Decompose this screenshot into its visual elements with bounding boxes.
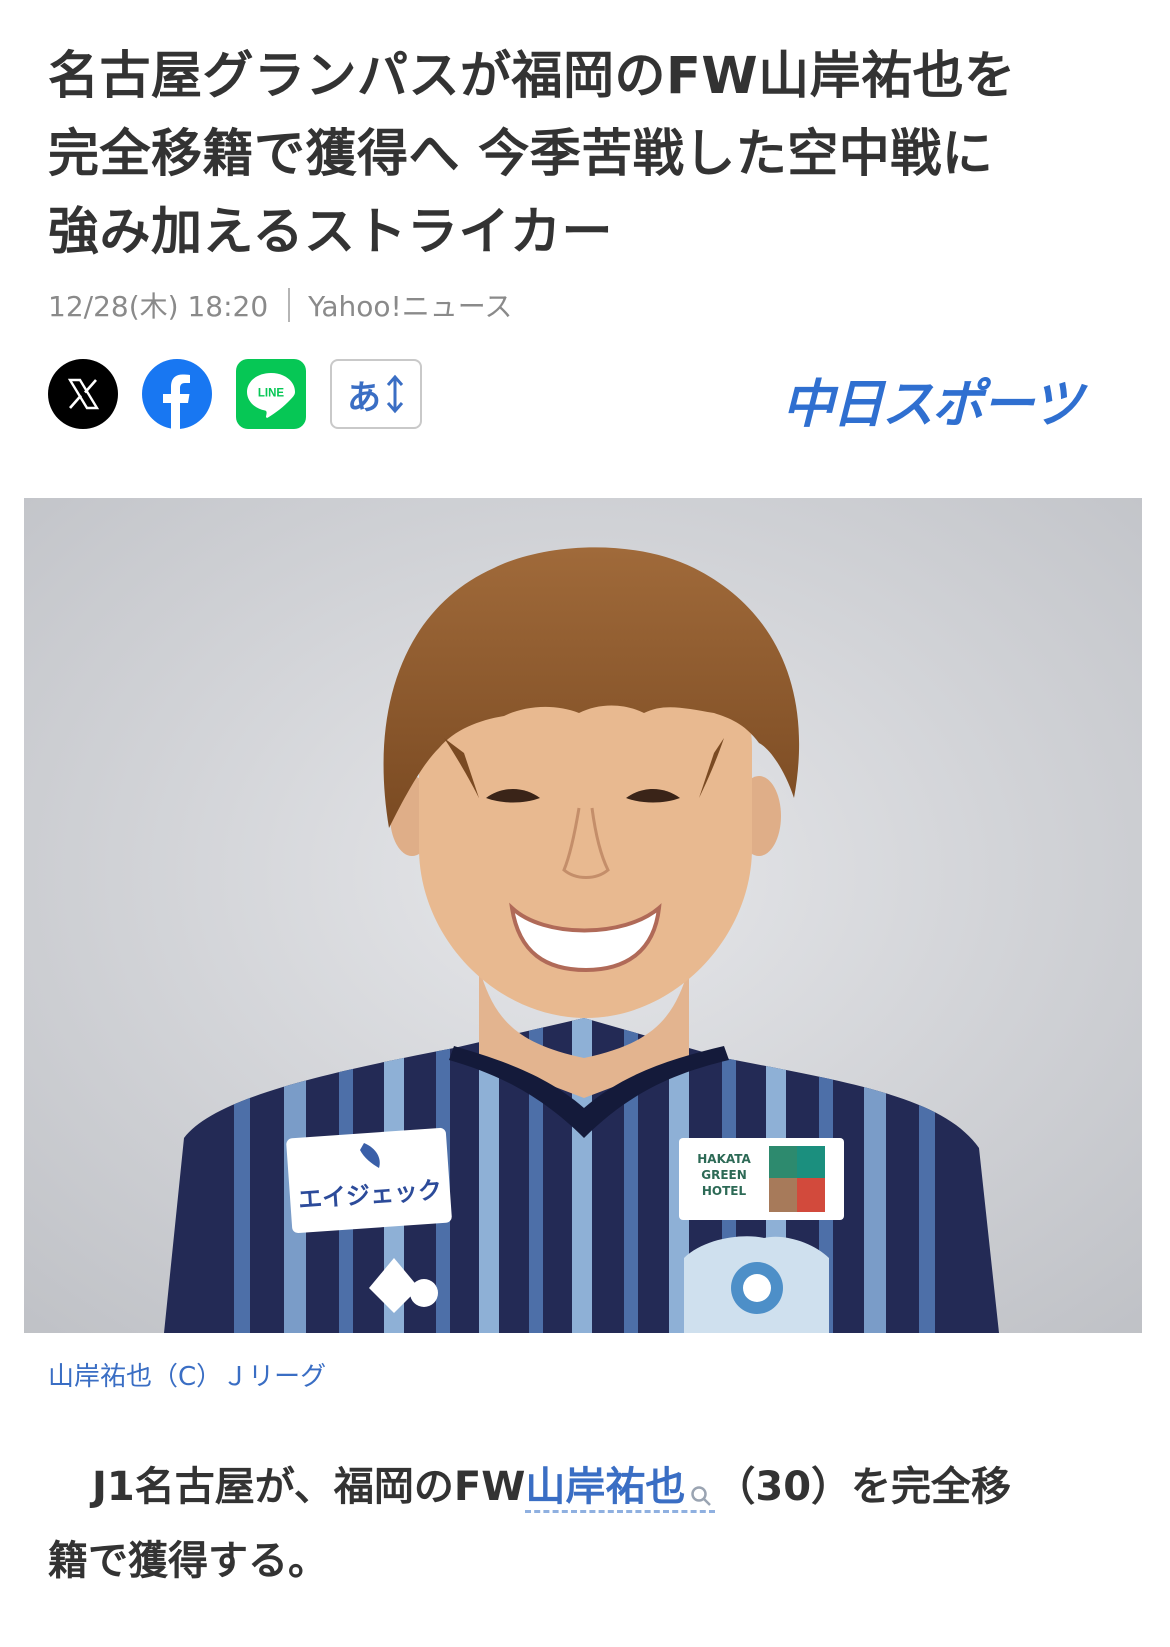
player-photo: エイジェック HAKATA GREEN HOTEL (24, 498, 1142, 1333)
title-line-3: 強み加えるストライカー (48, 203, 613, 262)
article-meta: 12/28(木) 18:20 Yahoo!ニュース (48, 283, 512, 327)
resize-arrow-icon (386, 374, 404, 414)
chunichi-sports-logo[interactable]: 中日スポーツ (776, 360, 1106, 440)
photo-caption[interactable]: 山岸祐也（C）Ｊリーグ (48, 1356, 326, 1393)
article-title: 名古屋グランパスが福岡のFW山岸祐也を 完全移籍で獲得へ 今季苦戦した空中戦に … (48, 38, 1128, 272)
share-bar: LINE あ (48, 358, 422, 430)
title-line-2: 完全移籍で獲得へ 今季苦戦した空中戦に (48, 125, 994, 184)
x-icon (67, 378, 100, 410)
share-x-button[interactable] (48, 359, 118, 429)
keyword-link-label: 山岸祐也 (525, 1464, 686, 1510)
keyword-link[interactable]: 山岸祐也 (525, 1464, 716, 1513)
share-facebook-button[interactable] (142, 359, 212, 429)
body-text-line2: 籍で獲得する。 (48, 1538, 328, 1584)
font-size-button[interactable]: あ (330, 359, 422, 429)
svg-text:HAKATA: HAKATA (697, 1152, 751, 1166)
svg-text:GREEN: GREEN (701, 1168, 747, 1182)
font-size-label: あ (347, 377, 381, 418)
body-text-part1: J1名古屋が、福岡のFW (92, 1464, 526, 1510)
article-body: J1名古屋が、福岡のFW山岸祐也 （30）を完全移籍で獲得する。 (48, 1450, 1128, 1598)
meta-divider (288, 288, 291, 322)
source-name: Yahoo!ニュース (308, 290, 513, 323)
facebook-icon (163, 374, 190, 429)
body-text-part2: （30）を完全移 (715, 1464, 1012, 1510)
search-icon (691, 1486, 712, 1506)
share-line-button[interactable]: LINE (236, 359, 306, 429)
svg-text:HOTEL: HOTEL (702, 1184, 747, 1198)
svg-text:中日スポーツ: 中日スポーツ (782, 375, 1089, 435)
publish-date: 12/28(木) 18:20 (48, 290, 269, 323)
title-line-1: 名古屋グランパスが福岡のFW山岸祐也を (48, 47, 1016, 106)
line-icon: LINE (247, 373, 295, 418)
svg-text:LINE: LINE (258, 388, 285, 400)
